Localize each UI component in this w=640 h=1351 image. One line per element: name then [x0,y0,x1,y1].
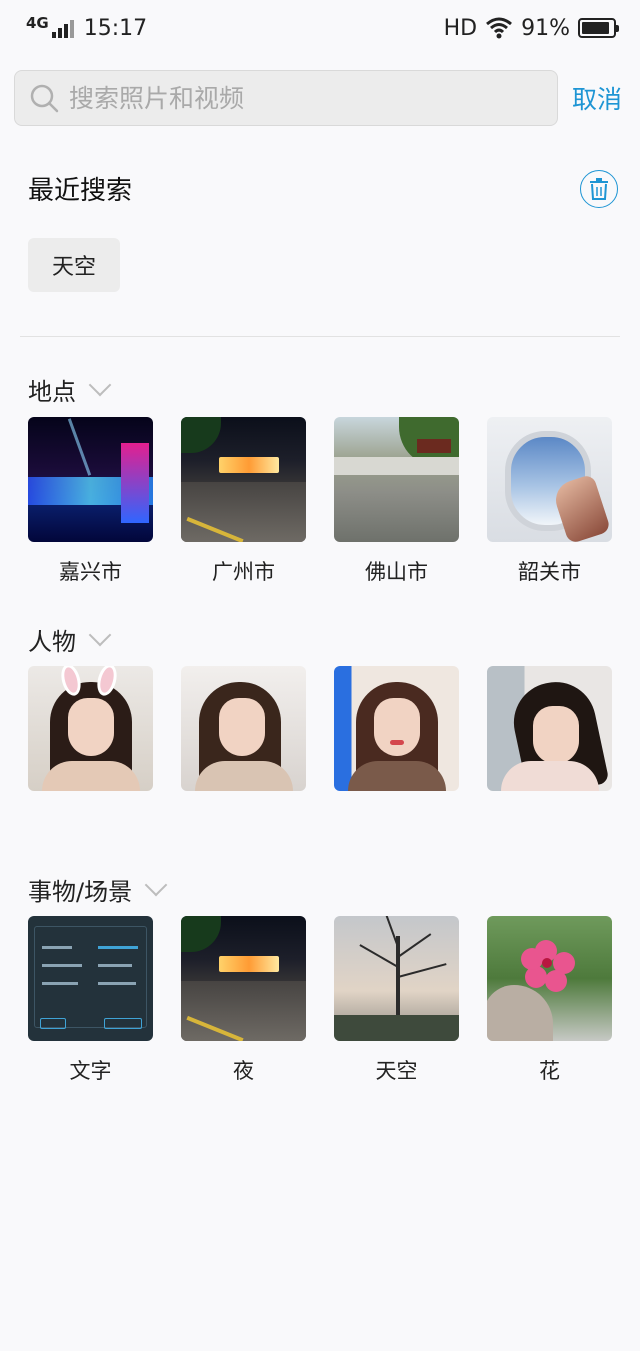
thing-label: 花 [539,1059,560,1083]
status-left: 4G 15:17 [26,14,148,41]
thing-label: 文字 [69,1059,112,1083]
trash-icon [590,178,608,200]
place-label: 广州市 [212,560,275,584]
section-title-things: 事物/场景 [28,878,133,906]
thing-label: 天空 [375,1059,418,1083]
clock: 15:17 [83,15,148,41]
place-item-guangzhou[interactable]: 广州市 [181,417,306,586]
thing-thumbnail [487,916,612,1041]
person-thumbnail [334,666,459,791]
thing-thumbnail [334,916,459,1041]
place-item-shaoguan[interactable]: 韶关市 [487,417,612,586]
section-header-people[interactable]: 人物 [28,622,112,657]
places-grid: 嘉兴市 广州市 佛山市 韶关市 [28,417,612,586]
place-thumbnail [487,417,612,542]
chevron-down-icon [144,873,168,896]
recent-search-chip[interactable]: 天空 [28,238,121,292]
place-label: 佛山市 [365,560,428,584]
thing-item-flower[interactable]: 花 [487,916,612,1085]
people-grid [28,666,612,791]
thing-item-sky[interactable]: 天空 [334,916,459,1085]
place-thumbnail [28,417,153,542]
network-type: 4G [26,14,49,32]
section-title-people: 人物 [28,628,76,656]
section-header-places[interactable]: 地点 [28,372,112,407]
section-header-things[interactable]: 事物/场景 [28,872,168,907]
person-item[interactable] [181,666,306,791]
person-item[interactable] [334,666,459,791]
search-box[interactable] [14,70,558,126]
thing-thumbnail [28,916,153,1041]
place-thumbnail [334,417,459,542]
place-label: 嘉兴市 [59,560,122,584]
person-thumbnail [487,666,612,791]
thing-thumbnail [181,916,306,1041]
place-thumbnail [181,417,306,542]
place-item-foshan[interactable]: 佛山市 [334,417,459,586]
person-item[interactable] [28,666,153,791]
thing-item-night[interactable]: 夜 [181,916,306,1085]
things-grid: 文字 夜 天空 花 [28,916,612,1085]
hd-indicator: HD [443,15,478,41]
status-right: HD 91% [443,15,619,41]
person-item[interactable] [487,666,612,791]
status-bar: 4G 15:17 HD 91% [0,0,640,56]
chevron-down-icon [88,373,112,396]
cancel-button[interactable]: 取消 [572,80,622,116]
search-icon [30,84,59,113]
thing-label: 夜 [233,1059,254,1083]
wifi-icon [486,17,513,39]
signal-icon: 4G [26,14,74,38]
search-row: 取消 [14,70,630,126]
section-title-places: 地点 [28,378,76,406]
person-thumbnail [181,666,306,791]
recent-search-title: 最近搜索 [28,176,133,206]
place-item-jiaxing[interactable]: 嘉兴市 [28,417,153,586]
person-thumbnail [28,666,153,791]
clear-history-button[interactable] [580,170,618,208]
search-input[interactable] [67,82,531,114]
thing-item-text[interactable]: 文字 [28,916,153,1085]
chevron-down-icon [88,623,112,646]
place-label: 韶关市 [518,560,581,584]
divider [20,336,620,337]
battery-percent: 91% [521,15,570,41]
battery-icon [578,18,619,38]
